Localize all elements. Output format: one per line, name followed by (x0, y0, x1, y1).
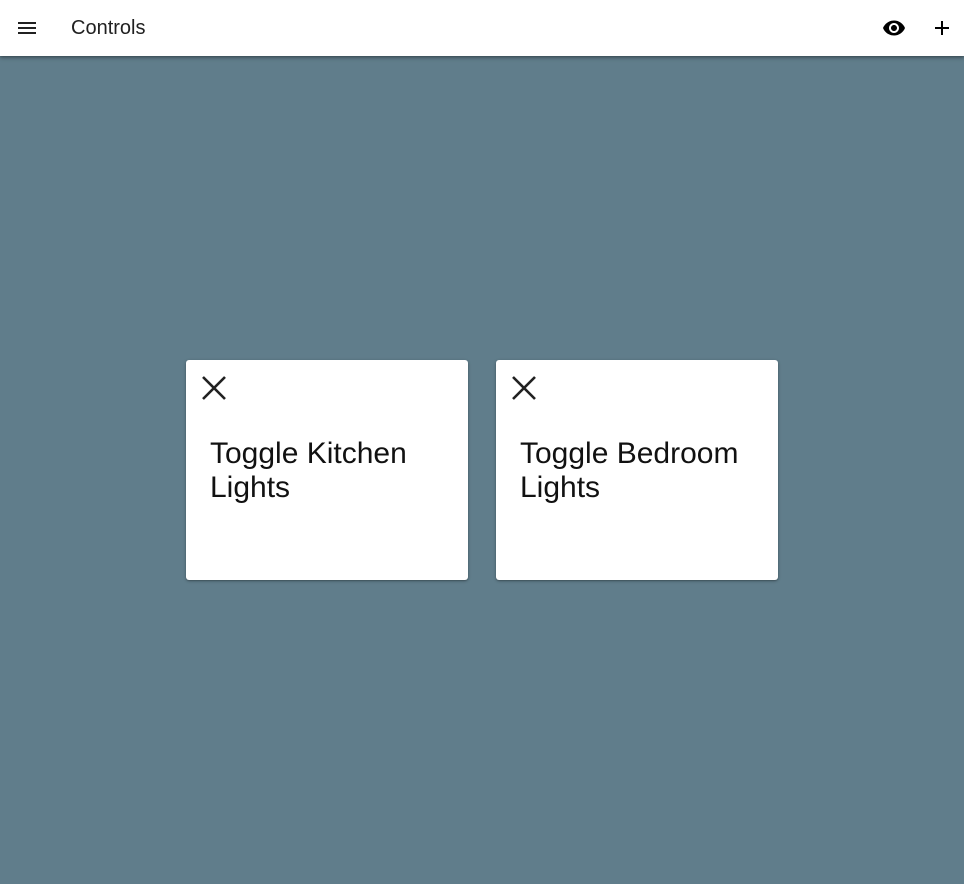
close-icon (198, 372, 230, 404)
plus-icon (930, 16, 954, 40)
menu-icon (15, 16, 39, 40)
control-card-bedroom-lights[interactable]: Toggle Bedroom Lights (496, 360, 778, 580)
control-label: Toggle Kitchen Lights (210, 437, 407, 504)
menu-button[interactable] (6, 7, 48, 49)
eye-icon (882, 16, 906, 40)
page-title: Controls (71, 17, 146, 39)
close-icon (508, 372, 540, 404)
add-button[interactable] (921, 7, 963, 49)
control-label: Toggle Bedroom Lights (520, 437, 739, 504)
control-card-kitchen-lights[interactable]: Toggle Kitchen Lights (186, 360, 468, 580)
remove-control-button[interactable] (198, 372, 230, 404)
preview-button[interactable] (873, 7, 915, 49)
app-bar: Controls (0, 0, 964, 56)
remove-control-button[interactable] (508, 372, 540, 404)
